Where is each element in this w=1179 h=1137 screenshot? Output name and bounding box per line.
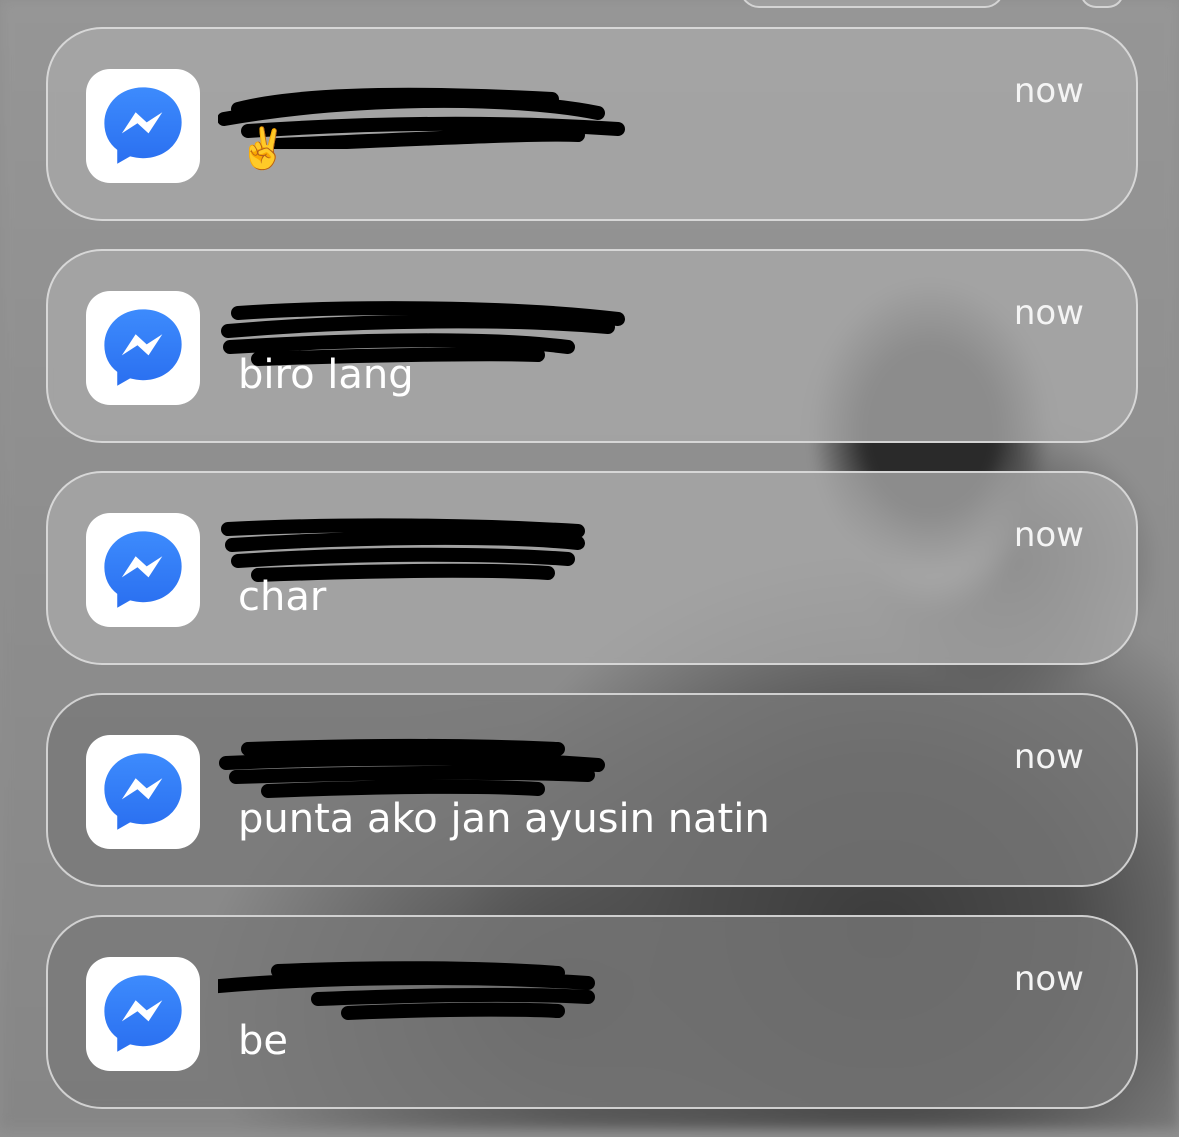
message-text: char bbox=[238, 574, 327, 620]
message-text: be bbox=[238, 1018, 288, 1064]
timestamp: now bbox=[1013, 737, 1084, 777]
message-text: punta ako jan ayusin natin bbox=[238, 796, 770, 842]
notification-stack: ✌️ now biro lang now char now punta ako … bbox=[46, 27, 1138, 1137]
message-text: biro lang bbox=[238, 352, 414, 398]
notification-card[interactable]: ✌️ now bbox=[46, 27, 1138, 221]
message-text: ✌️ bbox=[238, 126, 288, 172]
previous-notification-edge bbox=[740, 0, 1004, 8]
notification-card[interactable]: biro lang now bbox=[46, 249, 1138, 443]
messenger-icon bbox=[86, 957, 200, 1071]
notification-card[interactable]: be now bbox=[46, 915, 1138, 1109]
notification-card[interactable]: punta ako jan ayusin natin now bbox=[46, 693, 1138, 887]
timestamp: now bbox=[1013, 71, 1084, 111]
messenger-icon bbox=[86, 513, 200, 627]
messenger-icon bbox=[86, 69, 200, 183]
messenger-icon bbox=[86, 291, 200, 405]
timestamp: now bbox=[1013, 515, 1084, 555]
timestamp: now bbox=[1013, 293, 1084, 333]
timestamp: now bbox=[1013, 959, 1084, 999]
notification-card[interactable]: char now bbox=[46, 471, 1138, 665]
messenger-icon bbox=[86, 735, 200, 849]
